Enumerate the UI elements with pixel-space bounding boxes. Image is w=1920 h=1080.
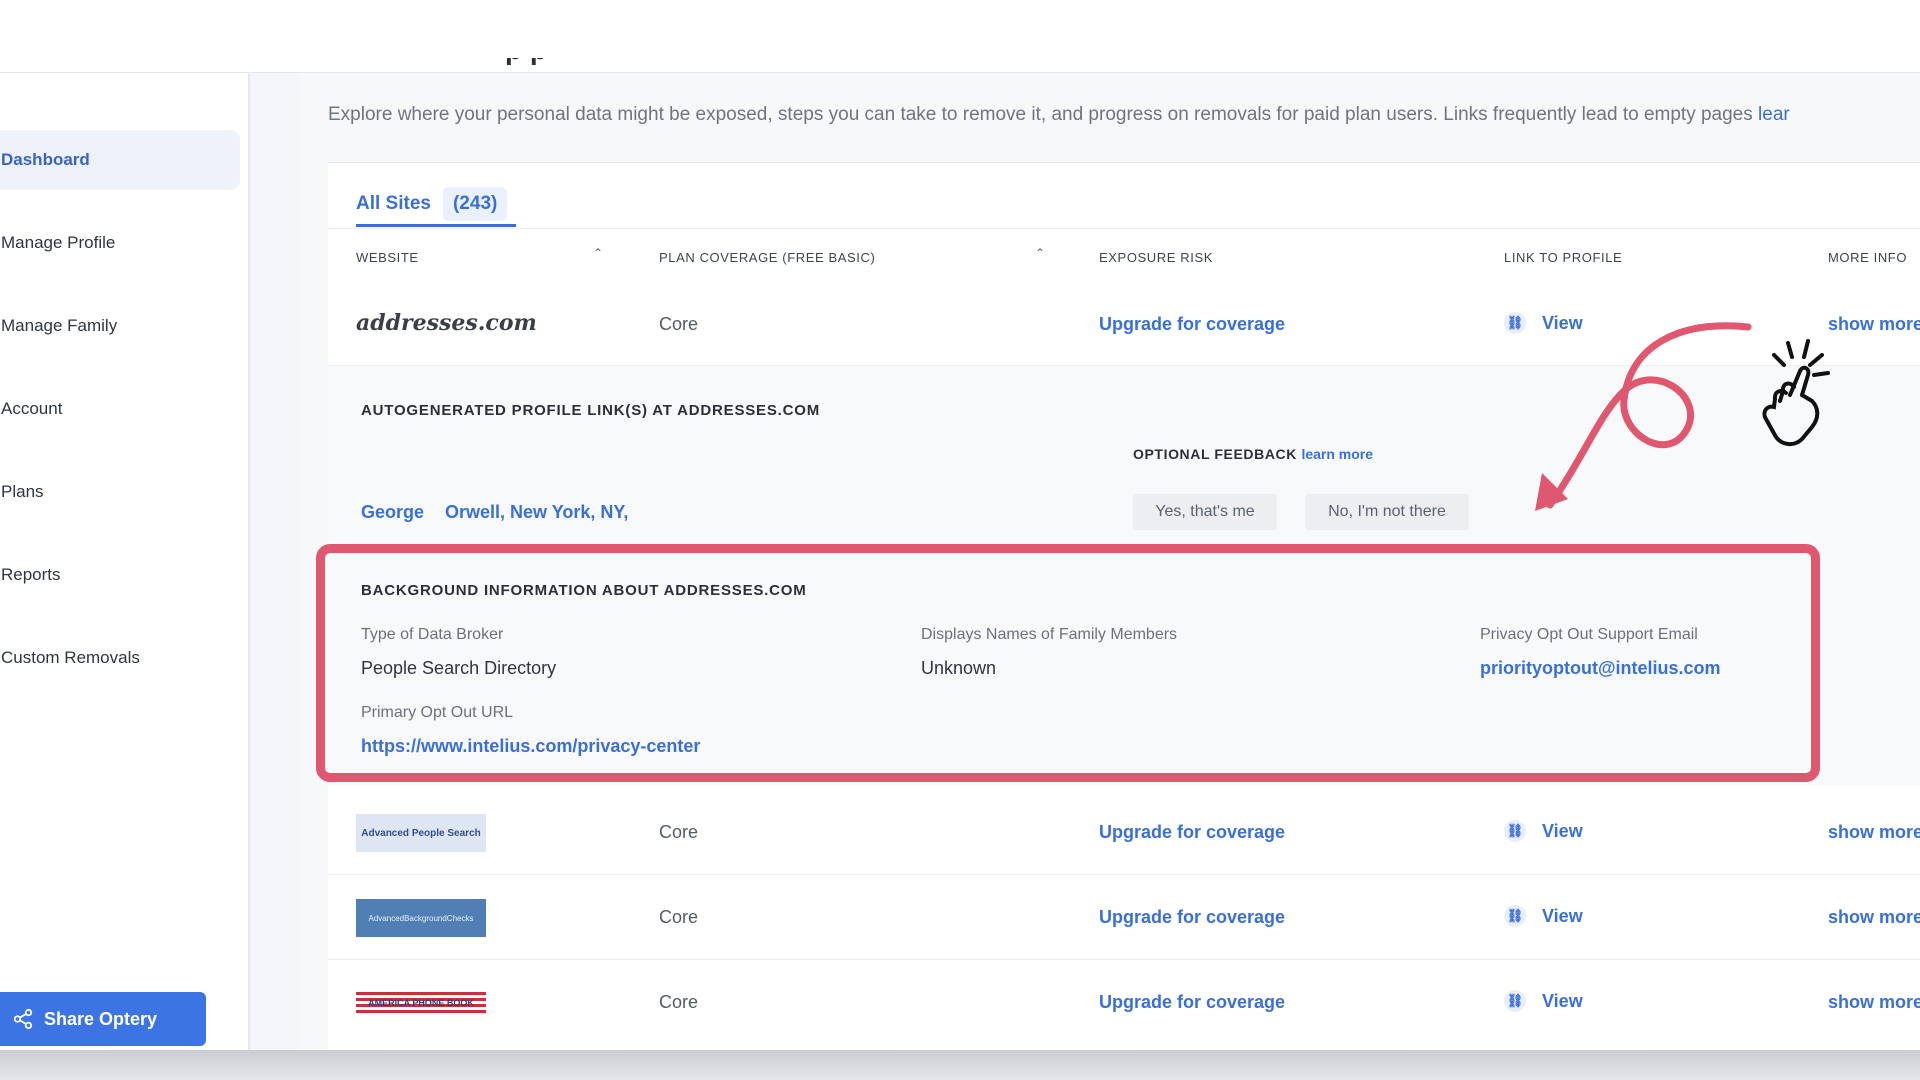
sidebar-item-label: Manage Family xyxy=(1,316,118,335)
page-title-cut: p p xyxy=(325,58,685,72)
sidebar-item-manage-profile[interactable]: Manage Profile xyxy=(0,213,240,273)
view-label: View xyxy=(1542,820,1583,841)
bottom-shadow-strip xyxy=(0,1050,1920,1080)
not-there-button[interactable]: No, I'm not there xyxy=(1305,494,1469,530)
tab-underline xyxy=(356,224,516,227)
type-value: People Search Directory xyxy=(361,658,557,678)
profile-link-first[interactable]: George xyxy=(361,502,424,523)
link-icon: ⛓ xyxy=(1504,820,1526,842)
sidebar-item-manage-family[interactable]: Manage Family xyxy=(0,296,240,356)
tab-count-badge: (243) xyxy=(442,187,508,221)
feedback-label-text: OPTIONAL FEEDBACK xyxy=(1133,446,1297,462)
share-label: Share Optery xyxy=(44,1008,158,1029)
show-more-link[interactable]: show more xyxy=(1828,822,1920,843)
show-more-link[interactable]: show more xyxy=(1828,992,1920,1013)
coverage-cell: Core xyxy=(659,992,699,1012)
sidebar-item-label: Manage Profile xyxy=(1,233,116,252)
site-logo-advanced-background-checks: AdvancedBackgroundChecks xyxy=(356,899,486,937)
sort-up-icon[interactable]: ⌃ xyxy=(593,246,603,260)
sort-up-icon[interactable]: ⌃ xyxy=(1035,246,1045,260)
sidebar-item-label: Account xyxy=(1,399,63,418)
type-label: Type of Data Broker xyxy=(361,626,504,643)
profile-link-location[interactable]: Orwell, New York, NY, xyxy=(445,502,628,523)
link-icon: ⛓ xyxy=(1504,905,1526,927)
site-logo-advanced-people-search: Advanced People Search xyxy=(356,814,486,852)
show-more-link[interactable]: show more xyxy=(1828,314,1920,335)
tab-label: All Sites xyxy=(356,193,431,214)
header-link-to-profile: LINK TO PROFILE xyxy=(1504,250,1623,265)
sidebar-item-label: Reports xyxy=(1,565,61,584)
sidebar-item-dashboard[interactable]: Dashboard xyxy=(0,130,240,190)
site-logo-addresses: addresses.com xyxy=(356,310,537,336)
profile-links-heading: AUTOGENERATED PROFILE LINK(S) AT ADDRESS… xyxy=(361,402,821,419)
view-label: View xyxy=(1542,990,1583,1011)
sidebar-item-reports[interactable]: Reports xyxy=(0,545,240,605)
header-website[interactable]: WEBSITE xyxy=(356,250,419,265)
url-label: Primary Opt Out URL xyxy=(361,704,514,721)
sidebar-item-label: Custom Removals xyxy=(1,648,140,667)
tab-all-sites[interactable]: All Sites (243) xyxy=(356,182,508,226)
link-icon: ⛓ xyxy=(1504,312,1526,334)
header-exposure-risk: EXPOSURE RISK xyxy=(1099,250,1213,265)
view-label: View xyxy=(1542,905,1583,926)
family-value: Unknown xyxy=(921,658,997,678)
background-info-heading: BACKGROUND INFORMATION ABOUT ADDRESSES.C… xyxy=(361,582,807,599)
show-more-link[interactable]: show more xyxy=(1828,907,1920,928)
upgrade-link[interactable]: Upgrade for coverage xyxy=(1099,314,1285,335)
description-text: Explore where your personal data might b… xyxy=(328,104,1753,125)
sidebar-item-account[interactable]: Account xyxy=(0,379,240,439)
link-icon: ⛓ xyxy=(1504,990,1526,1012)
coverage-cell: Core xyxy=(659,907,699,927)
sidebar-item-custom-removals[interactable]: Custom Removals xyxy=(0,628,240,688)
share-optery-button[interactable]: Share Optery xyxy=(0,992,206,1046)
sidebar-item-label: Plans xyxy=(1,482,44,501)
share-icon xyxy=(13,1008,33,1030)
upgrade-link[interactable]: Upgrade for coverage xyxy=(1099,907,1285,928)
sidebar-item-label: Dashboard xyxy=(1,150,90,169)
sidebar: Dashboard Manage Profile Manage Family A… xyxy=(0,73,250,1050)
yes-thats-me-button[interactable]: Yes, that's me xyxy=(1133,494,1277,530)
page-description: Explore where your personal data might b… xyxy=(328,104,1790,126)
sidebar-item-plans[interactable]: Plans xyxy=(0,462,240,522)
view-profile-link[interactable]: ⛓ View xyxy=(1504,820,1583,842)
opt-out-url-link[interactable]: https://www.intelius.com/privacy-center xyxy=(361,736,700,757)
view-profile-link[interactable]: ⛓ View xyxy=(1504,905,1583,927)
optional-feedback-label: OPTIONAL FEEDBACK learn more xyxy=(1133,446,1373,462)
view-profile-link[interactable]: ⛓ View xyxy=(1504,990,1583,1012)
content-gutter xyxy=(250,73,300,1050)
learn-more-link[interactable]: lear xyxy=(1758,104,1790,125)
coverage-cell: Core xyxy=(659,314,699,334)
email-link[interactable]: priorityoptout@intelius.com xyxy=(1480,658,1721,679)
feedback-learn-more-link[interactable]: learn more xyxy=(1301,446,1373,462)
upgrade-link[interactable]: Upgrade for coverage xyxy=(1099,822,1285,843)
header-plan-coverage[interactable]: PLAN COVERAGE (FREE BASIC) xyxy=(659,250,875,265)
hand-tap-icon xyxy=(1762,339,1830,446)
coverage-cell: Core xyxy=(659,822,699,842)
site-logo-america-phone-book: AMERICA PHONE BOOK xyxy=(356,992,486,1014)
arrow-annotation-icon xyxy=(1535,322,1752,511)
email-label: Privacy Opt Out Support Email xyxy=(1480,626,1698,643)
header-more-info: MORE INFO xyxy=(1828,250,1908,265)
upgrade-link[interactable]: Upgrade for coverage xyxy=(1099,992,1285,1013)
top-bar xyxy=(0,0,1920,73)
family-label: Displays Names of Family Members xyxy=(921,626,1178,643)
